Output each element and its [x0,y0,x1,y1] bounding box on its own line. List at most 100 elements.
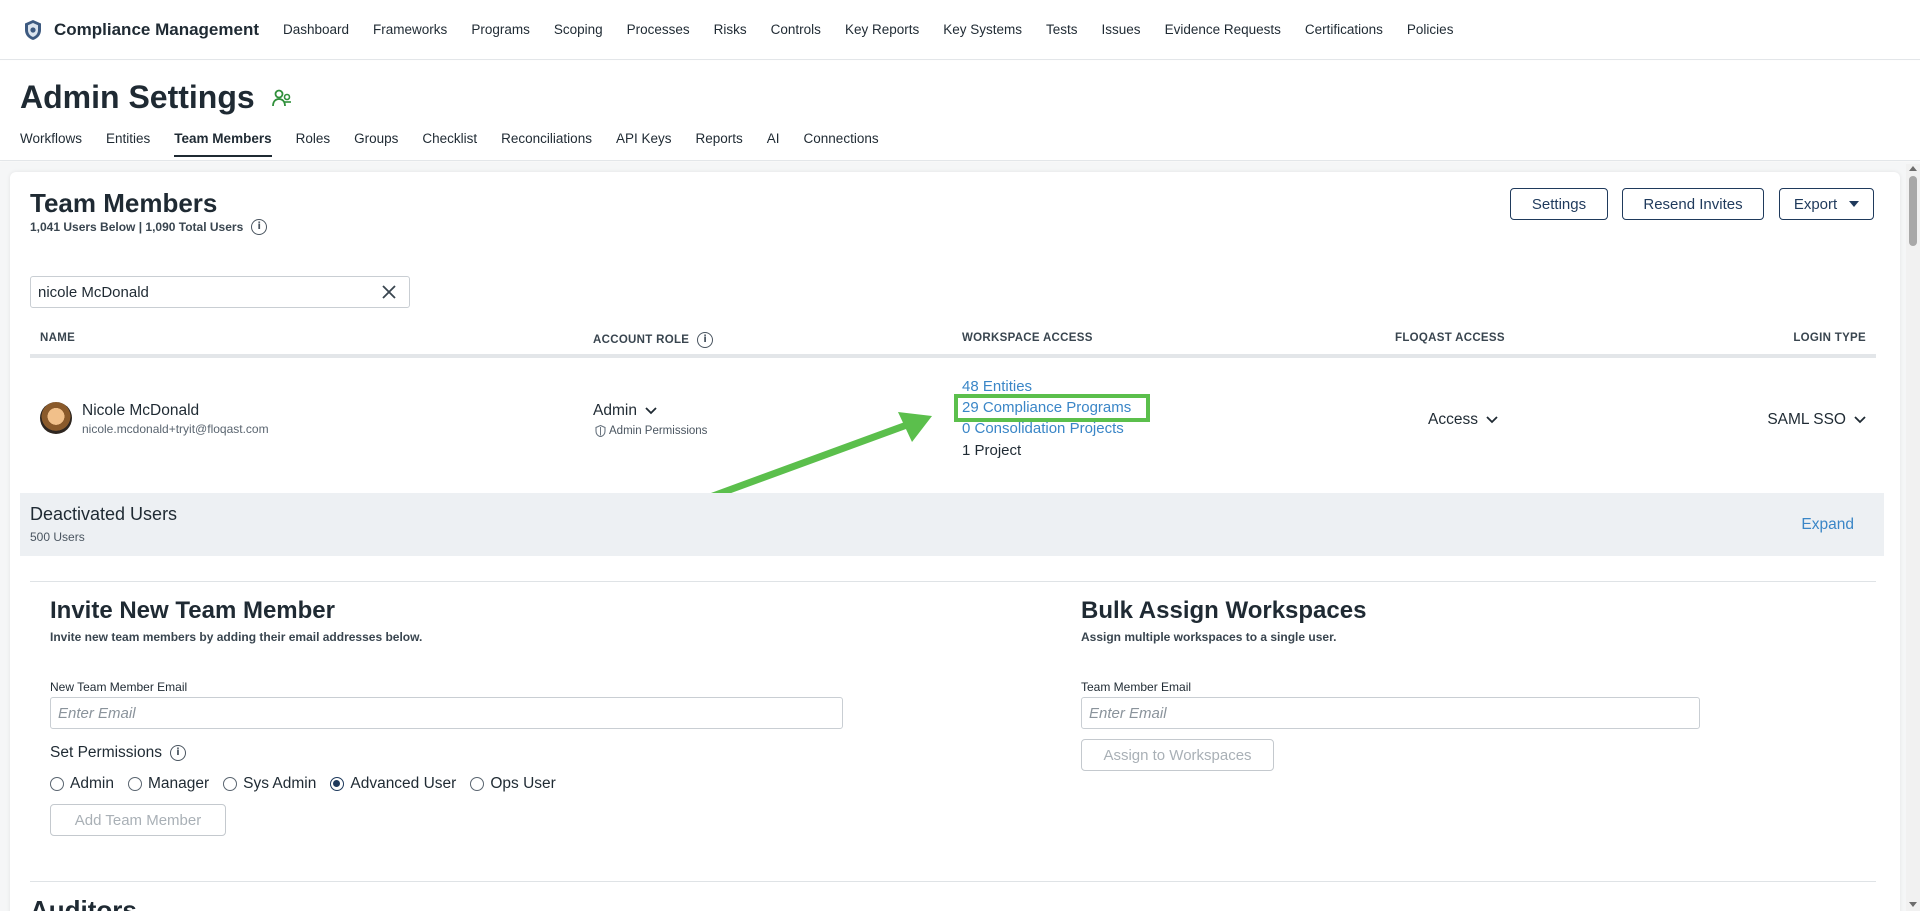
scroll-thumb[interactable] [1909,176,1917,246]
tab-ai[interactable]: AI [767,131,780,157]
nav-scoping[interactable]: Scoping [554,22,603,37]
tab-checklist[interactable]: Checklist [422,131,477,157]
user-summary: 1,041 Users Below | 1,090 Total Users i [30,219,268,235]
column-name: NAME [40,332,76,344]
tab-reports[interactable]: Reports [695,131,742,157]
consolidation-projects-link[interactable]: 0 Consolidation Projects [962,420,1124,437]
role-permissions-label: Admin Permissions [609,425,708,437]
bulk-assign-description: Assign multiple workspaces to a single u… [1081,630,1337,644]
caret-down-icon [1849,201,1860,207]
scroll-down-icon[interactable] [1909,902,1917,907]
chevron-down-icon [645,407,657,415]
column-account-role-label: ACCOUNT ROLE [593,334,690,346]
tab-reconciliations[interactable]: Reconciliations [501,131,592,157]
deactivated-users-title: Deactivated Users [30,504,178,524]
radio-manager-label: Manager [147,775,210,792]
radio-circle[interactable] [223,777,238,791]
user-summary-text: 1,041 Users Below | 1,090 Total Users [30,220,244,234]
tab-api-keys[interactable]: API Keys [616,131,672,157]
bulk-email-label: Team Member Email [1081,680,1192,694]
radio-circle[interactable] [470,777,485,791]
tab-groups[interactable]: Groups [354,131,398,157]
top-navigation: Compliance Management Dashboard Framewor… [0,0,1920,60]
radio-circle[interactable] [127,777,142,791]
invite-title: Invite New Team Member [50,597,335,624]
resend-invites-button[interactable]: Resend Invites [1622,188,1764,220]
settings-button[interactable]: Settings [1510,188,1608,220]
radio-ops-user[interactable]: Ops User [470,775,556,793]
scroll-up-icon[interactable] [1909,166,1917,171]
table-header: NAME ACCOUNT ROLE i WORKSPACE ACCESS FLO… [30,330,1876,358]
column-login-type: LOGIN TYPE [1793,332,1866,344]
radio-advanced-user[interactable]: Advanced User [330,775,456,793]
nav-programs[interactable]: Programs [471,22,530,37]
floqast-access-dropdown[interactable]: Access [1428,411,1498,429]
user-name: Nicole McDonald [82,402,200,419]
set-permissions-label: Set Permissions i [50,744,186,762]
floqast-access-value: Access [1428,411,1478,428]
column-workspace-access: WORKSPACE ACCESS [962,332,1093,344]
tab-roles[interactable]: Roles [296,131,331,157]
brand[interactable]: Compliance Management [24,19,259,40]
scrollbar[interactable] [1906,164,1920,911]
nav-key-reports[interactable]: Key Reports [845,22,919,37]
nav-processes[interactable]: Processes [627,22,690,37]
app-name: Compliance Management [54,19,259,39]
login-type-dropdown[interactable]: SAML SSO [1767,411,1866,429]
account-role-value: Admin [593,402,637,419]
nav-controls[interactable]: Controls [771,22,821,37]
tab-connections[interactable]: Connections [804,131,879,157]
nav-dashboard[interactable]: Dashboard [283,22,349,37]
divider [30,581,1876,582]
permission-options: Admin Manager Sys Admin Advanced User Op… [50,775,570,793]
radio-circle[interactable] [50,777,64,791]
radio-ops-user-label: Ops User [490,775,556,792]
bulk-assign-title: Bulk Assign Workspaces [1081,597,1367,624]
export-label: Export [1793,195,1838,213]
export-button[interactable]: Export [1779,188,1874,220]
expand-link[interactable]: Expand [1801,516,1854,534]
nav-risks[interactable]: Risks [714,22,747,37]
account-role-dropdown[interactable]: Admin [593,402,657,420]
add-team-member-button[interactable]: Add Team Member [50,804,226,836]
column-floqast-access: FLOQAST ACCESS [1395,332,1505,344]
close-icon[interactable] [381,284,397,300]
chevron-down-icon [1486,416,1498,424]
bulk-email-field[interactable] [1081,697,1700,729]
deactivated-users-panel: Deactivated Users 500 Users Expand [20,493,1884,556]
invite-email-label: New Team Member Email [50,680,188,694]
info-icon[interactable]: i [697,332,714,348]
radio-admin[interactable]: Admin [50,775,114,793]
admin-tabs: Workflows Entities Team Members Roles Gr… [20,131,903,157]
users-settings-icon [271,89,291,106]
radio-circle-checked[interactable] [330,777,345,791]
nav-key-systems[interactable]: Key Systems [943,22,1022,37]
assign-to-workspaces-button[interactable]: Assign to Workspaces [1081,739,1274,771]
tab-workflows[interactable]: Workflows [20,131,82,157]
radio-sys-admin[interactable]: Sys Admin [223,775,316,793]
project-count: 1 Project [962,442,1022,459]
page-title: Admin Settings [20,79,293,116]
radio-manager[interactable]: Manager [127,775,210,793]
tab-team-members[interactable]: Team Members [174,131,272,157]
deactivated-users-count: 500 Users [30,530,85,544]
main-nav: Dashboard Frameworks Programs Scoping Pr… [283,22,1477,37]
nav-certifications[interactable]: Certifications [1305,22,1383,37]
invite-email-field[interactable] [50,697,843,729]
shield-icon [595,425,606,437]
info-icon[interactable]: i [251,219,268,235]
invite-description: Invite new team members by adding their … [50,630,423,644]
info-icon[interactable]: i [169,745,186,761]
radio-sys-admin-label: Sys Admin [243,775,317,792]
search-input[interactable]: nicole McDonald [30,276,410,308]
tab-entities[interactable]: Entities [106,131,150,157]
role-permissions: Admin Permissions [595,425,707,437]
nav-frameworks[interactable]: Frameworks [373,22,447,37]
nav-issues[interactable]: Issues [1102,22,1141,37]
team-members-title: Team Members [30,188,218,218]
nav-policies[interactable]: Policies [1407,22,1454,37]
nav-tests[interactable]: Tests [1046,22,1078,37]
entities-link[interactable]: 48 Entities [962,378,1032,395]
nav-evidence-requests[interactable]: Evidence Requests [1165,22,1281,37]
page-title-text: Admin Settings [20,79,255,115]
